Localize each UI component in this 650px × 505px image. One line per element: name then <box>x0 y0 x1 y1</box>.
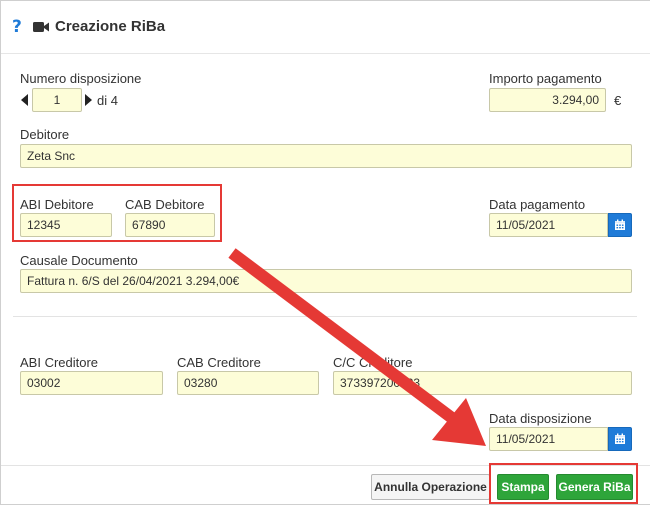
data-pagamento-label: Data pagamento <box>489 197 586 212</box>
calendar-icon <box>615 433 625 444</box>
causale-documento-input[interactable]: Fattura n. 6/S del 26/04/2021 3.294,00€ <box>20 269 632 293</box>
data-disposizione-input[interactable]: 11/05/2021 <box>489 427 608 451</box>
dialog-header: ? Creazione RiBa <box>1 1 650 54</box>
caret-left-icon[interactable] <box>21 94 28 106</box>
riba-dialog: ? Creazione RiBa Numero disposizione 1 d… <box>0 0 650 505</box>
debitore-label: Debitore <box>20 127 70 142</box>
numero-disposizione-label: Numero disposizione <box>20 71 142 86</box>
importo-pagamento-input[interactable]: 3.294,00 <box>489 88 606 112</box>
currency-symbol: € <box>614 93 622 108</box>
numero-disposizione-input[interactable]: 1 <box>32 88 82 112</box>
cab-creditore-input[interactable]: 03280 <box>177 371 319 395</box>
causale-documento-label: Causale Documento <box>20 253 138 268</box>
annulla-operazione-button[interactable]: Annulla Operazione <box>371 474 490 500</box>
cc-creditore-label: C/C Creditore <box>333 355 413 370</box>
data-disposizione-calendar-button[interactable] <box>608 427 632 451</box>
abi-creditore-input[interactable]: 03002 <box>20 371 163 395</box>
calendar-icon <box>615 219 625 230</box>
caret-right-icon[interactable] <box>85 94 92 106</box>
section-divider <box>13 316 637 317</box>
cc-creditore-input[interactable]: 373397200333 <box>333 371 632 395</box>
buttons-highlight-box <box>489 463 638 504</box>
cab-creditore-label: CAB Creditore <box>177 355 261 370</box>
importo-pagamento-label: Importo pagamento <box>489 71 602 86</box>
video-camera-icon <box>33 22 49 32</box>
abi-creditore-label: ABI Creditore <box>20 355 99 370</box>
numero-disposizione-total: di 4 <box>97 93 118 108</box>
debitore-input[interactable]: Zeta Snc <box>20 144 632 168</box>
debitore-bank-highlight-box <box>12 184 222 242</box>
data-pagamento-calendar-button[interactable] <box>608 213 632 237</box>
data-pagamento-input[interactable]: 11/05/2021 <box>489 213 608 237</box>
dialog-title: Creazione RiBa <box>55 18 166 35</box>
help-icon[interactable]: ? <box>12 17 22 37</box>
data-disposizione-label: Data disposizione <box>489 411 592 426</box>
